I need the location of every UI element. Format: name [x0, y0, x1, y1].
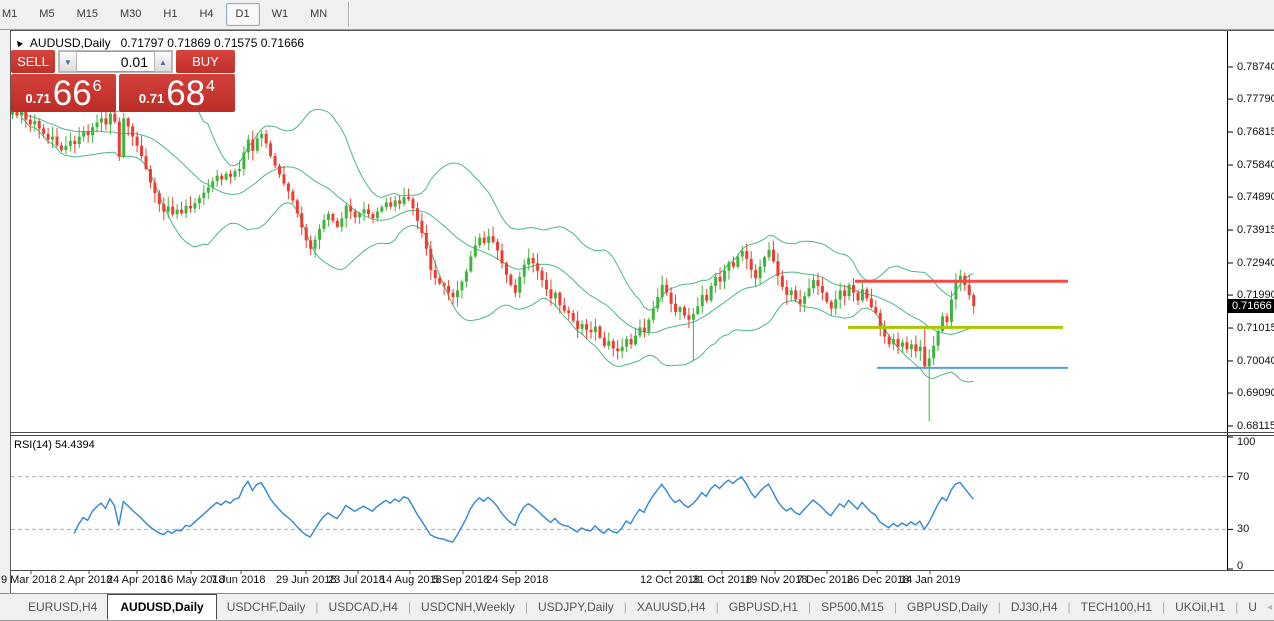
price-scale-label: 0.69090	[1237, 387, 1274, 400]
trade-controls-row: SELL ▼ 0.01 ▲ BUY	[11, 50, 235, 73]
date-label: 9 Mar 2018	[1, 574, 57, 586]
chart-tab-usdjpy-daily[interactable]: USDJPY,Daily	[528, 600, 624, 614]
one-click-trading-panel: SELL ▼ 0.01 ▲ BUY 0.71 66 6 0.71 68 4	[11, 50, 235, 112]
sell-price-pip: 6	[92, 78, 102, 95]
date-label: 7 Dec 2018	[797, 574, 854, 586]
price-scale-label: 0.75840	[1237, 158, 1274, 171]
chart-cursor-icon: ▲	[11, 35, 27, 51]
chart-tab-eurusd-h4[interactable]: EURUSD,H4	[18, 600, 107, 614]
volume-decrease-button[interactable]: ▼	[59, 51, 77, 72]
date-label: 24 Apr 2018	[107, 574, 167, 586]
chart-window	[10, 30, 1274, 594]
timeframe-button-m5[interactable]: M5	[29, 3, 64, 26]
chart-tab-usdcnh-weekly[interactable]: USDCNH,Weekly	[411, 600, 525, 614]
chart-tab-xauusd-h4[interactable]: XAUUSD,H4	[627, 600, 716, 614]
symbol-period-label: AUDUSD,Daily	[29, 36, 111, 50]
rsi-scale-label: 70	[1237, 470, 1250, 483]
timeframe-button-w1[interactable]: W1	[262, 3, 299, 26]
price-scale-label: 0.68115	[1237, 420, 1274, 432]
date-label: 12 Oct 2018	[640, 574, 700, 586]
price-scale-label: 0.72940	[1237, 256, 1274, 269]
chart-tab-usdcad-h4[interactable]: USDCAD,H4	[319, 600, 408, 614]
buy-price-main: 68	[166, 74, 206, 113]
chart-tab-bar: EURUSD,H4 AUDUSD,Daily USDCHF,Daily | USDCAD…	[0, 593, 1274, 621]
buy-price-display[interactable]: 0.71 68 4	[119, 74, 235, 112]
chart-tab-gbpusd-h1[interactable]: GBPUSD,H1	[719, 600, 808, 614]
tab-scroll-arrows: ◂▸	[1267, 602, 1274, 613]
buy-price-prefix: 0.71	[138, 91, 165, 106]
sell-button[interactable]: SELL	[11, 50, 55, 73]
timeframe-button-m1[interactable]: M1	[0, 3, 27, 26]
timeframe-button-d1[interactable]: D1	[225, 3, 260, 26]
rsi-scale-label: 100	[1237, 436, 1256, 448]
tab-scroll-left-icon[interactable]: ◂	[1267, 602, 1272, 613]
price-scale-label: 0.74890	[1237, 191, 1274, 204]
buy-price-pip: 4	[206, 78, 216, 95]
timeframe-button-mn[interactable]: MN	[300, 3, 337, 26]
volume-input[interactable]: 0.01	[77, 51, 154, 72]
chart-tab-audusd-daily[interactable]: AUDUSD,Daily	[107, 593, 217, 620]
price-scale-label: 0.78740	[1237, 61, 1274, 73]
rsi-scale-label: 30	[1237, 523, 1250, 536]
sell-price-main: 66	[52, 74, 92, 113]
buy-button[interactable]: BUY	[176, 50, 235, 73]
chart-tab-tech100-h1[interactable]: TECH100,H1	[1071, 600, 1162, 614]
timeframe-toolbar: M1 M5 M15 M30 H1 H4 D1 W1 MN	[0, 0, 1274, 30]
volume-increase-button[interactable]: ▲	[154, 51, 172, 72]
timeframe-button-m15[interactable]: M15	[67, 3, 108, 26]
chart-tab-dj30-h4[interactable]: DJ30,H4	[1001, 600, 1068, 614]
chart-tab-ukoil-h1[interactable]: UKOil,H1	[1165, 600, 1235, 614]
date-label: 14 Jan 2019	[900, 574, 961, 586]
sell-price-display[interactable]: 0.71 66 6	[11, 74, 116, 112]
ohlc-values: 0.71797 0.71869 0.71575 0.71666	[120, 36, 305, 50]
price-scale-label: 0.76815	[1237, 126, 1274, 139]
chart-symbol-line: ▲ AUDUSD,Daily 0.71797 0.71869 0.71575 0…	[11, 35, 305, 51]
price-scale-label: 0.73915	[1237, 224, 1274, 237]
timeframe-button-h4[interactable]: H4	[189, 3, 223, 26]
volume-stepper: ▼ 0.01 ▲	[58, 50, 173, 73]
trading-terminal-window: M1 M5 M15 M30 H1 H4 D1 W1 MN ▲ AUDUSD,Daily 0.71…	[0, 0, 1274, 621]
date-label: 7 Jun 2018	[211, 574, 266, 586]
timeframe-button-h1[interactable]: H1	[153, 3, 187, 26]
date-label: 5 Sep 2018	[433, 574, 490, 586]
date-label: 23 Jul 2018	[328, 574, 385, 586]
rsi-scale-label: 0	[1237, 560, 1244, 572]
chart-tab-sp500-m15[interactable]: SP500,M15	[811, 600, 894, 614]
date-label: 2 Apr 2018	[59, 574, 113, 586]
rsi-indicator-label: RSI(14) 54.4394	[14, 439, 95, 451]
date-label: 31 Oct 2018	[692, 574, 752, 586]
timeframe-button-m30[interactable]: M30	[110, 3, 151, 26]
toolbar-separator	[348, 2, 350, 27]
current-price-badge: 0.71666	[1228, 299, 1274, 314]
chart-tab-usdchf-daily[interactable]: USDCHF,Daily	[217, 600, 316, 614]
date-label: 24 Sep 2018	[486, 574, 549, 586]
price-scale-label: 0.70040	[1237, 354, 1274, 367]
chart-tab-u[interactable]: U	[1238, 600, 1267, 614]
price-scale-label: 0.71015	[1237, 322, 1274, 334]
price-scale-label: 0.77790	[1237, 93, 1274, 106]
chart-tab-gbpusd-daily[interactable]: GBPUSD,Daily	[897, 600, 998, 614]
sell-price-prefix: 0.71	[25, 91, 51, 106]
